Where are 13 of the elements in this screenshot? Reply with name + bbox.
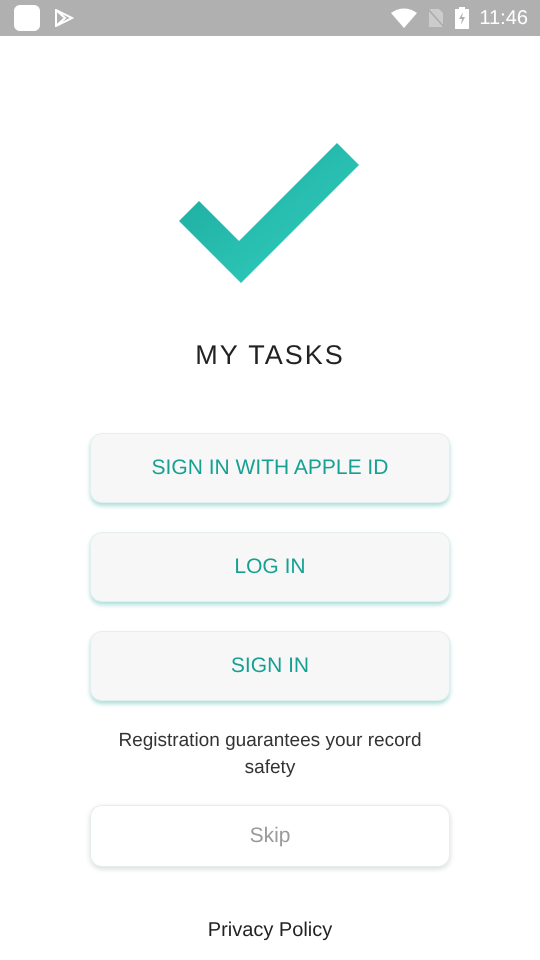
play-store-icon xyxy=(54,9,74,27)
no-sim-icon xyxy=(427,8,446,28)
auth-button[interactable]: SIGN IN WITH APPLE ID xyxy=(90,433,450,503)
notification-icon xyxy=(14,5,40,31)
registration-note: Registration guarantees your record safety xyxy=(117,729,423,780)
status-time: 11:46 xyxy=(479,6,528,30)
auth-button[interactable]: SIGN IN xyxy=(90,631,450,701)
battery-charging-icon xyxy=(455,7,470,29)
privacy-policy-link[interactable]: Privacy Policy xyxy=(208,919,332,942)
auth-button[interactable]: LOG IN xyxy=(90,532,450,602)
skip-button[interactable]: Skip xyxy=(90,805,450,867)
wifi-icon xyxy=(391,8,418,28)
app-title: MY TASKS xyxy=(195,340,345,371)
